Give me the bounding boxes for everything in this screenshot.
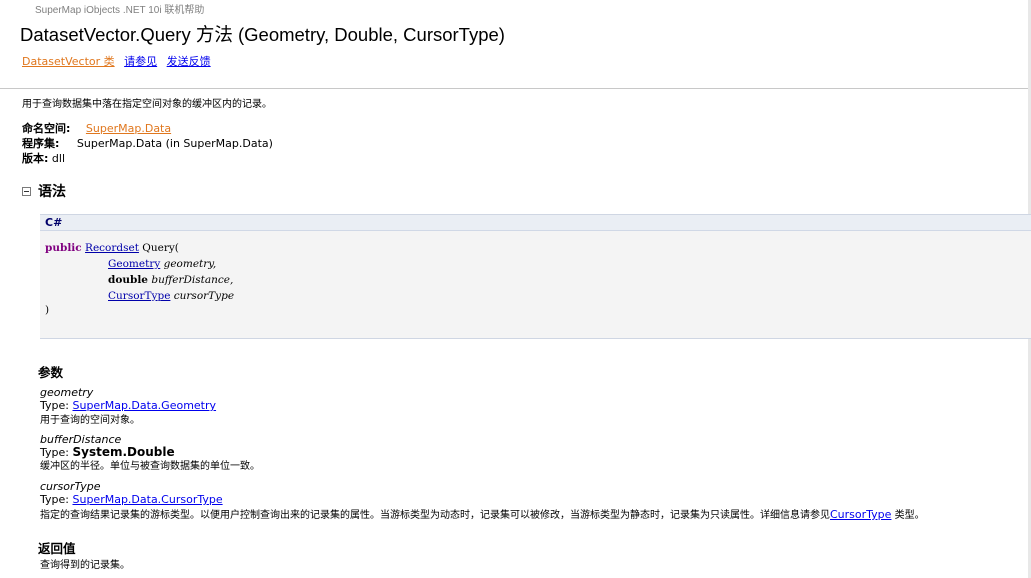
namespace-link[interactable]: SuperMap.Data [86,122,171,135]
running-title: SuperMap iObjects .NET 10i 联机帮助 [35,5,205,16]
param-desc-geometry: 用于查询的空间对象。 [40,415,140,426]
version-value: dll [51,152,66,165]
param-name-geometry: geometry [40,386,94,399]
cursortype-type-doc-link[interactable]: SuperMap.Data.CursorType [72,493,222,506]
namespace-line: 命名空间: SuperMap.Data [22,120,171,136]
param-cursor-type: cursorType [173,290,235,302]
param-desc-cursor-type: 指定的查询结果记录集的游标类型。以便用户控制查询出来的记录集的属性。当游标类型为… [40,506,925,521]
code-language-tab: C# [40,215,1031,231]
geometry-type-link[interactable]: Geometry [108,258,160,270]
assembly-line: 程序集: SuperMap.Data (in SuperMap.Data) [22,135,273,151]
keyword-public: public [45,242,82,254]
param-buffer-distance: bufferDistance, [151,274,234,286]
returns-desc: 查询得到的记录集。 [40,560,130,571]
param-geometry: geometry, [163,258,217,270]
topic-header: SuperMap iObjects .NET 10i 联机帮助 DatasetV… [0,0,1031,89]
param-type-cursor-type: Type: SuperMap.Data.CursorType [40,493,223,506]
feedback-link[interactable]: 发送反馈 [167,55,211,68]
param-name-cursor-type: cursorType [40,480,101,493]
class-link[interactable]: DatasetVector 类 [22,55,115,68]
parameters-heading: 参数 [38,365,64,380]
code-line-1: public Recordset Query( [45,240,179,256]
code-line-2: Geometry geometry, [108,256,216,272]
code-line-5: ) [45,304,50,316]
recordset-link[interactable]: Recordset [85,242,139,254]
header-links: DatasetVector 类 请参见 发送反馈 [22,53,217,69]
version-label: 版本: [22,152,49,165]
assembly-value: SuperMap.Data (in SuperMap.Data) [76,137,273,150]
syntax-heading: 语法 [38,184,66,200]
keyword-double: double [108,274,148,286]
cursortype-inline-link[interactable]: CursorType [830,508,891,521]
param-desc-buffer-distance: 缓冲区的半径。单位与被查询数据集的单位一致。 [40,461,260,472]
returns-heading: 返回值 [38,541,76,556]
code-block: C# public Recordset Query( Geometry geom… [40,214,1031,339]
syntax-section-header[interactable]: 语法 [22,181,66,201]
type-label: Type: [40,493,69,506]
cursortype-desc-text: 指定的查询结果记录集的游标类型。以便用户控制查询出来的记录集的属性。当游标类型为… [40,510,830,521]
cursortype-type-link[interactable]: CursorType [108,290,170,302]
version-line: 版本: dll [22,150,65,166]
code-line-4: CursorType cursorType [108,288,234,304]
see-also-link[interactable]: 请参见 [124,55,157,68]
collapse-icon[interactable] [22,186,31,196]
assembly-label: 程序集: [22,137,60,150]
cursortype-desc-tail: 类型。 [891,510,925,521]
summary-text: 用于查询数据集中落在指定空间对象的缓冲区内的记录。 [22,99,272,110]
code-line-3: double bufferDistance, [108,272,233,288]
namespace-label: 命名空间: [22,122,71,135]
method-name: Query( [138,242,179,254]
page-title: DatasetVector.Query 方法 (Geometry, Double… [20,24,505,45]
